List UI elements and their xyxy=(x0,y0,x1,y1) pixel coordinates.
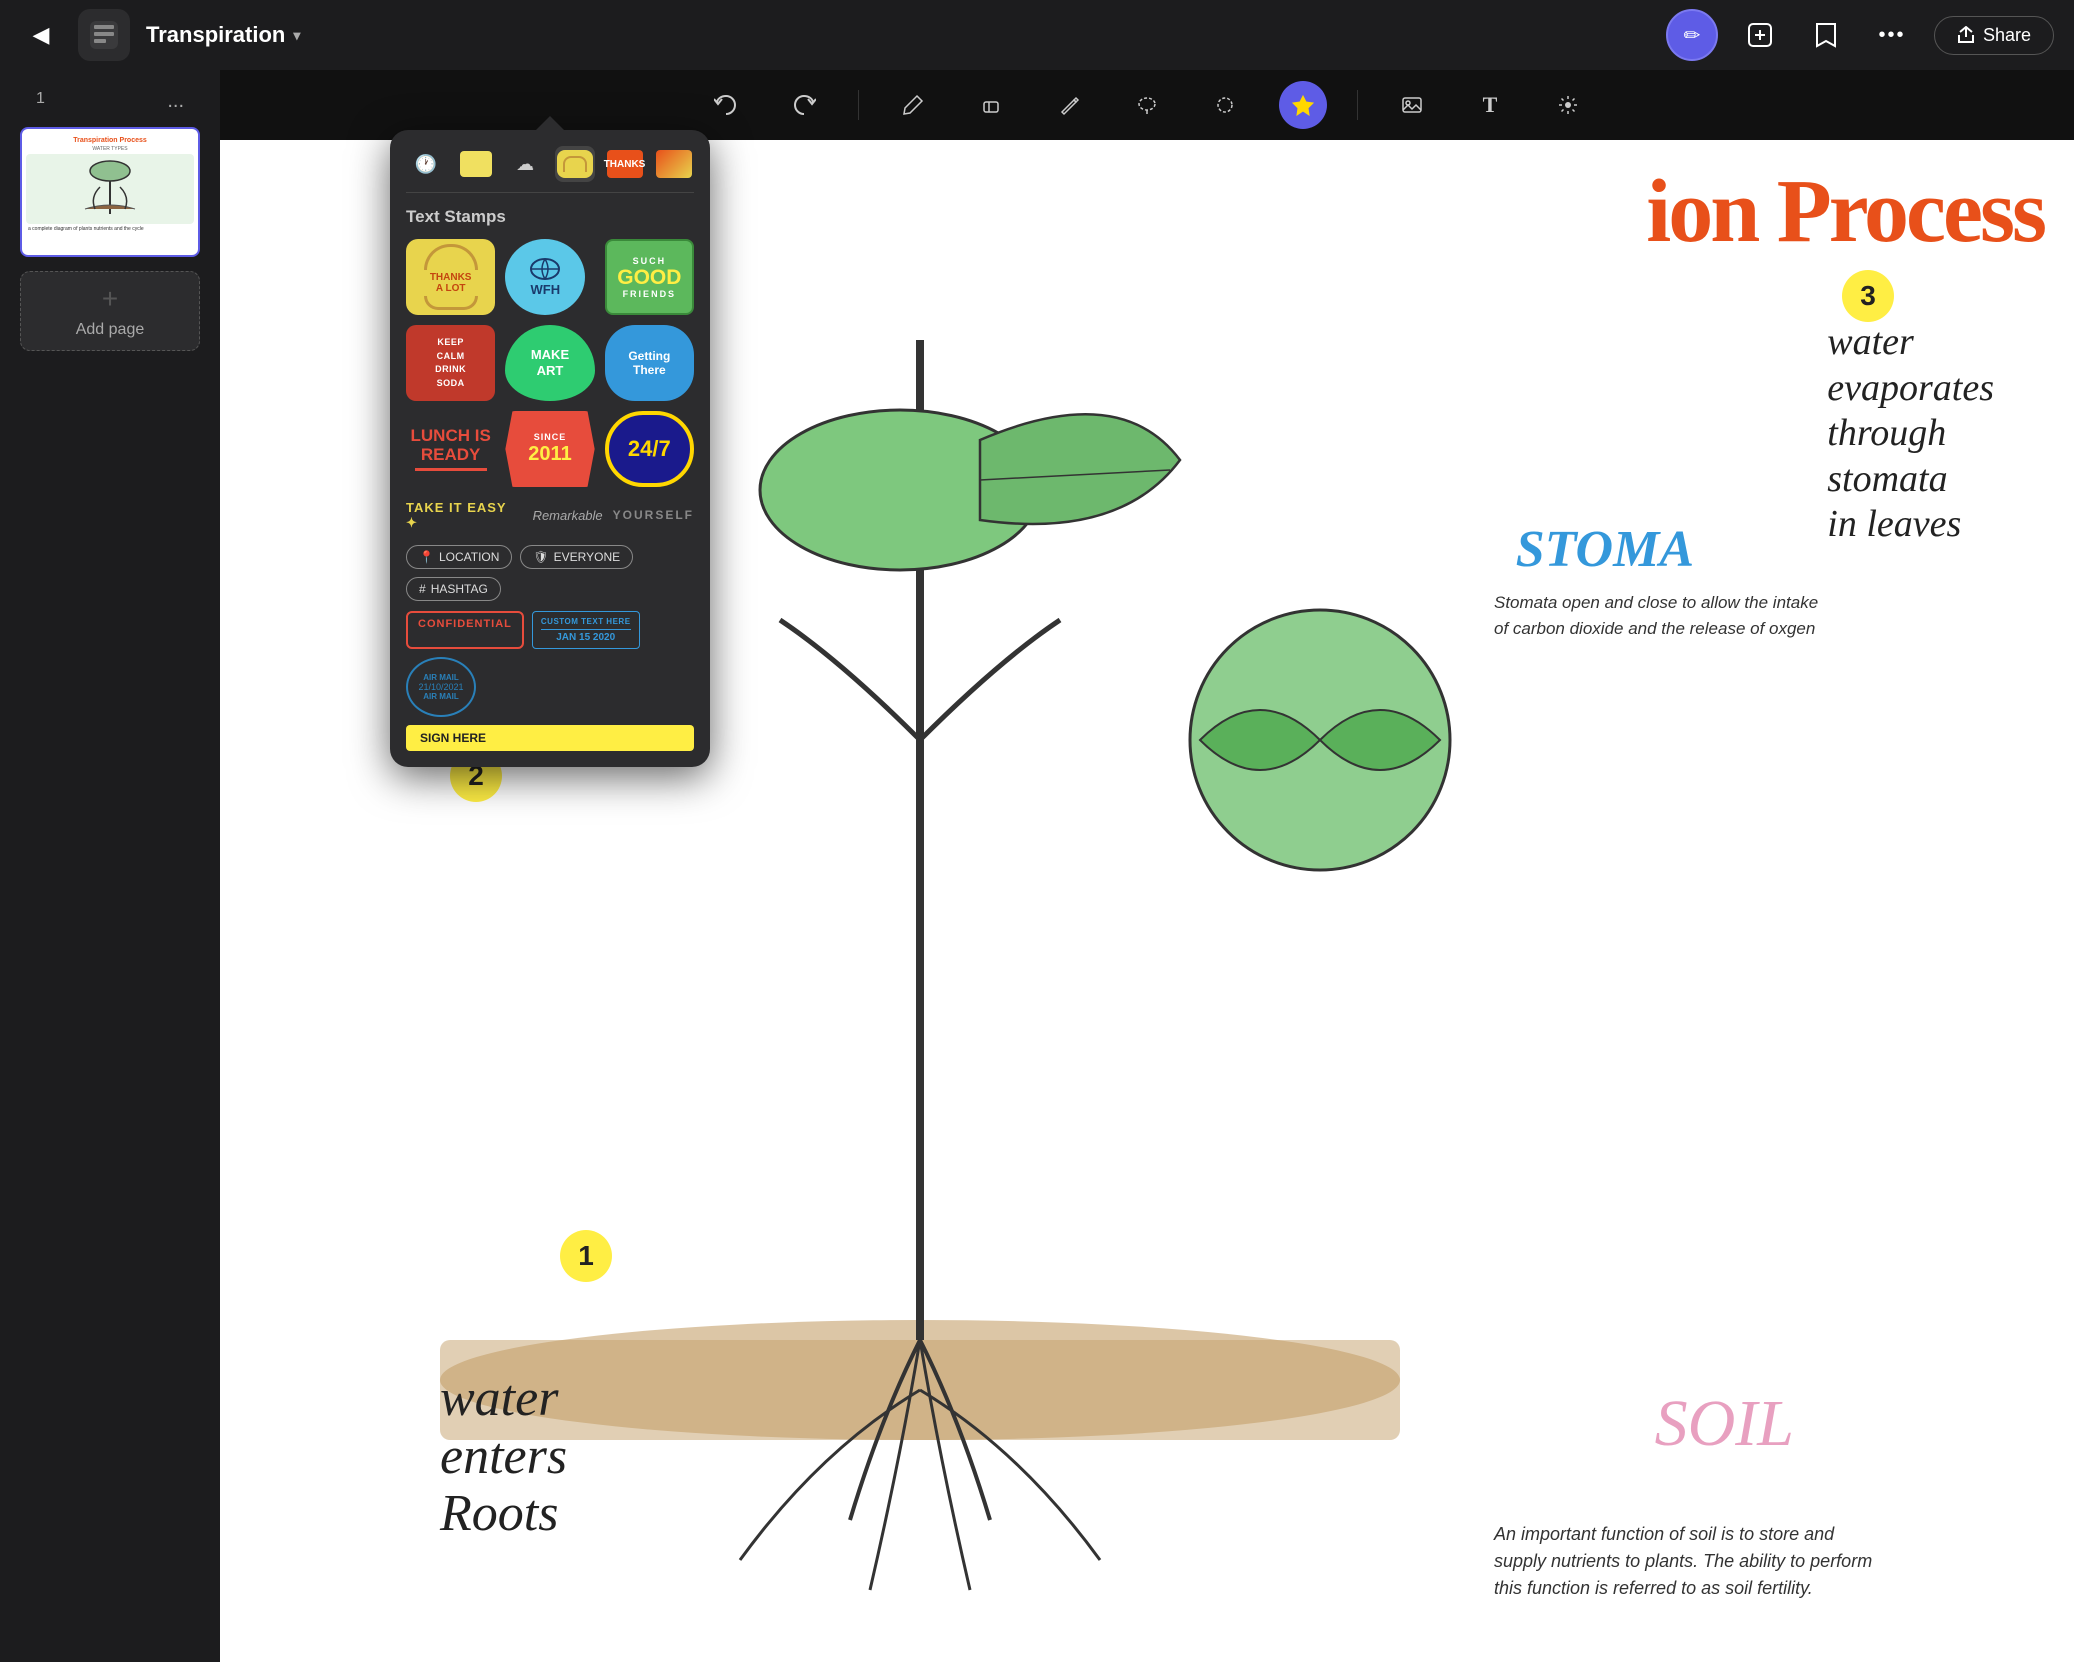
sticker-getting-there[interactable]: GettingThere xyxy=(605,325,694,401)
badge-location-label: LOCATION xyxy=(439,550,499,564)
pencil-tool-button[interactable] xyxy=(1045,81,1093,129)
thumb-image xyxy=(26,154,194,224)
sticker-take-it-easy[interactable]: TAKE IT EASY ✦ xyxy=(406,495,523,535)
air-mail-bot-label: AIR MAIL xyxy=(423,692,459,701)
sign-here-container: SIGN HERE xyxy=(406,725,694,751)
shield-icon: 🛡 xyxy=(533,550,548,564)
sign-here-label: SIGN HERE xyxy=(420,731,486,745)
badge-3-label: 3 xyxy=(1860,280,1876,312)
bookmark-button[interactable] xyxy=(1802,11,1850,59)
toolbar-separator xyxy=(858,90,859,120)
share-label: Share xyxy=(1983,25,2031,46)
lasso-tool-button[interactable] xyxy=(1123,81,1171,129)
water-evap-text: waterevaporatesthroughstomatain leaves xyxy=(1827,320,1994,548)
sticker-tool-button[interactable] xyxy=(1279,81,1327,129)
clock-icon: 🕐 xyxy=(415,154,437,175)
stoma-description: Stomata open and close to allow the inta… xyxy=(1494,590,1834,641)
stamp-confidential[interactable]: CONFIDENTIAL xyxy=(406,611,524,649)
location-icon: 📍 xyxy=(419,550,434,564)
sticker-wfh[interactable]: WFH xyxy=(505,239,585,315)
page-number: 1 xyxy=(36,90,45,108)
eraser-tool-button[interactable] xyxy=(967,81,1015,129)
sticker-thanks-a-lot[interactable]: THANKSA LOT xyxy=(406,239,495,315)
profile-icon: ✏ xyxy=(1684,23,1701,48)
doc-title-text: Transpiration xyxy=(146,22,285,48)
sticker-keep-calm[interactable]: KEEPCALMDRINKSODA xyxy=(406,325,495,401)
more-button[interactable]: ••• xyxy=(1868,11,1916,59)
undo-button[interactable] xyxy=(702,81,750,129)
page-options-button[interactable]: ... xyxy=(167,90,184,113)
sticker-badges-row: 📍 LOCATION 🛡 EVERYONE # HASHTAG xyxy=(406,545,694,601)
top-bar-right: ✏ ••• Share xyxy=(1666,9,2054,61)
profile-button[interactable]: ✏ xyxy=(1666,9,1718,61)
image-tool-button[interactable] xyxy=(1388,81,1436,129)
toolbar-separator-2 xyxy=(1357,90,1358,120)
badge-hashtag-label: HASHTAG xyxy=(431,582,488,596)
sticker-lunch-is-ready[interactable]: LUNCH ISREADY xyxy=(406,411,495,487)
sticker-tabs: 🕐 ☁ THANKS xyxy=(406,146,694,193)
air-mail-date: 21/10/2021 xyxy=(418,682,463,692)
text-stamps-row: TAKE IT EASY ✦ Remarkable YOURSELF xyxy=(406,495,694,535)
top-bar: ◀ Transpiration ▾ ✏ ••• Share xyxy=(0,0,2074,70)
sticker-tab-stamps1[interactable] xyxy=(555,146,595,182)
air-mail-top-label: AIR MAIL xyxy=(423,673,459,682)
sticker-grid: THANKSA LOT WFH SUCH GOOD FRIENDS KEEPCA… xyxy=(406,239,694,487)
pen-tool-button[interactable] xyxy=(889,81,937,129)
document-stamps-row: CONFIDENTIAL CUSTOM TEXT HERE JAN 15 202… xyxy=(406,611,694,717)
badge-1-label: 1 xyxy=(578,1240,594,1272)
sticker-yourself[interactable]: YOURSELF xyxy=(613,495,694,535)
stamp-custom-date[interactable]: CUSTOM TEXT HERE JAN 15 2020 xyxy=(532,611,640,649)
back-button[interactable]: ◀ xyxy=(20,14,62,56)
sticker-since-2011[interactable]: SINCE 2011 xyxy=(505,411,594,487)
sidebar: 1 ... Transpiration Process WATER TYPES … xyxy=(0,70,220,1662)
sticker-make-art[interactable]: MAKEART xyxy=(505,325,594,401)
sticker-24-7[interactable]: 24/7 xyxy=(605,411,694,487)
water-enters-text: waterentersRoots xyxy=(440,1370,567,1542)
more-icon: ••• xyxy=(1878,24,1905,47)
shapes-tool-button[interactable] xyxy=(1201,81,1249,129)
app-icon xyxy=(78,9,130,61)
canvas-title: ion Process xyxy=(1646,160,2044,263)
number-badge-1: 1 xyxy=(560,1230,612,1282)
sticker-tab-color[interactable] xyxy=(456,146,496,182)
soil-title: SOIL xyxy=(1655,1386,1794,1462)
share-button[interactable]: Share xyxy=(1934,16,2054,55)
hashtag-icon: # xyxy=(419,582,426,596)
stamp-air-mail[interactable]: AIR MAIL 21/10/2021 AIR MAIL xyxy=(406,657,476,717)
sticker-tab-cloud[interactable]: ☁ xyxy=(505,146,545,182)
chevron-down-icon: ▾ xyxy=(293,27,300,44)
page-thumbnail[interactable]: Transpiration Process WATER TYPES a comp… xyxy=(20,127,200,257)
magic-tool-button[interactable] xyxy=(1544,81,1592,129)
redo-button[interactable] xyxy=(780,81,828,129)
add-page-button[interactable]: + Add page xyxy=(20,271,200,351)
sticker-such-good-friends[interactable]: SUCH GOOD FRIENDS xyxy=(605,239,694,315)
back-icon: ◀ xyxy=(33,22,50,48)
badge-location[interactable]: 📍 LOCATION xyxy=(406,545,512,569)
stoma-title: STOMA xyxy=(1516,520,1694,579)
text-tool-button[interactable]: T xyxy=(1466,81,1514,129)
sticker-panel: 🕐 ☁ THANKS Text Stamps THANKS xyxy=(390,130,710,767)
badge-hashtag[interactable]: # HASHTAG xyxy=(406,577,501,601)
badge-everyone[interactable]: 🛡 EVERYONE xyxy=(520,545,633,569)
stamp-conf-label: CONFIDENTIAL xyxy=(418,618,512,630)
sticker-tab-recent[interactable]: 🕐 xyxy=(406,146,446,182)
soil-description: An important function of soil is to stor… xyxy=(1494,1521,1874,1602)
stamp-sign-here[interactable]: SIGN HERE xyxy=(406,725,694,751)
sticker-remarkable[interactable]: Remarkable xyxy=(533,495,603,535)
thumb-title: Transpiration Process xyxy=(26,137,194,144)
sticker-tab-stamps2[interactable]: THANKS xyxy=(605,146,645,182)
sticker-section-title: Text Stamps xyxy=(406,207,694,227)
add-page-button[interactable] xyxy=(1736,11,1784,59)
add-page-label: Add page xyxy=(76,321,145,339)
sticker-tab-stamps3[interactable] xyxy=(654,146,694,182)
number-badge-3: 3 xyxy=(1842,270,1894,322)
doc-title[interactable]: Transpiration ▾ xyxy=(146,22,300,48)
add-icon: + xyxy=(102,283,118,315)
cloud-icon: ☁ xyxy=(516,154,534,175)
badge-everyone-label: EVERYONE xyxy=(554,550,620,564)
